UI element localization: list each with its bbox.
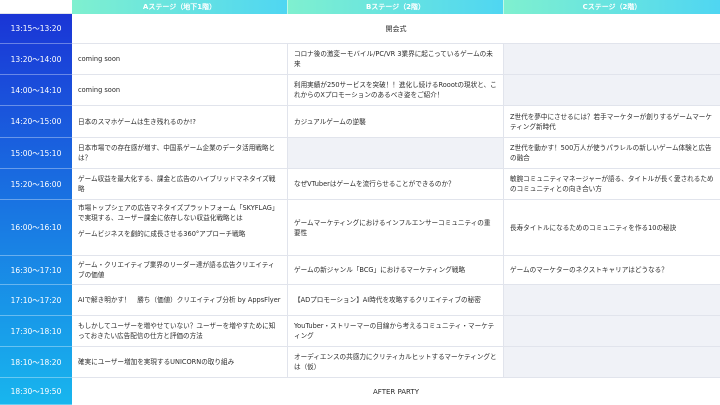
session-c-empty: [504, 347, 720, 378]
session-a[interactable]: coming soon: [72, 44, 288, 75]
stage-c-header: Cステージ（2階）: [504, 0, 720, 14]
time-slot: 17:10〜17:20: [0, 285, 72, 316]
time-slot: 17:30〜18:10: [0, 316, 72, 347]
schedule-row: 13:20〜14:00 coming soon コロナ後の激変ーモバイル/PC/…: [0, 44, 720, 75]
session-c-empty: [504, 316, 720, 347]
session-a[interactable]: 確実にユーザー増加を実現するUNICORNの取り組み: [72, 347, 288, 378]
session-c-empty: [504, 44, 720, 75]
session-b[interactable]: カジュアルゲームの逆襲: [288, 106, 504, 138]
schedule-row: 16:30〜17:10 ゲーム・クリエイティブ業界のリーダー達が語る広告クリエイ…: [0, 256, 720, 285]
session-a[interactable]: 日本のスマホゲームは生き残れるのか!?: [72, 106, 288, 138]
session-b[interactable]: 【ADプロモーション】AI時代を攻略するクリエイティブの秘密: [288, 285, 504, 316]
session-a[interactable]: ゲーム収益を最大化する、課金と広告のハイブリッドマネタイズ戦略: [72, 169, 288, 200]
session-a-first[interactable]: 市場トップシェアの広告マネタイズプラットフォーム「SKYFLAG」で実現する、ユ…: [78, 200, 281, 223]
session-a[interactable]: ゲーム・クリエイティブ業界のリーダー達が語る広告クリエイティブの価値: [72, 256, 288, 285]
timetable: Aステージ（地下1階） Bステージ（2階） Cステージ（2階） 13:15〜13…: [0, 0, 720, 405]
schedule-row: 16:00〜16:10 市場トップシェアの広告マネタイズプラットフォーム「SKY…: [0, 200, 720, 256]
time-slot: 16:30〜17:10: [0, 256, 72, 285]
session-c-empty: [504, 75, 720, 106]
after-party: AFTER PARTY: [373, 387, 419, 396]
session-c[interactable]: Z世代を動かす！500万人が使うパラレルの新しいゲーム体験と広告の融合: [504, 138, 720, 169]
session-b[interactable]: コロナ後の激変ーモバイル/PC/VR 3業界に起こっているゲームの未来: [288, 44, 504, 75]
time-slot: 14:20〜15:00: [0, 106, 72, 138]
stage-header-row: Aステージ（地下1階） Bステージ（2階） Cステージ（2階）: [0, 0, 720, 14]
session-b-empty: [288, 138, 504, 169]
session-a[interactable]: AIで解き明かす！ 勝ち（価値）クリエイティブ分析 by AppsFlyer: [72, 285, 288, 316]
session-b[interactable]: ゲームマーケティングにおけるインフルエンサーコミュニティの重要性: [288, 200, 504, 256]
session-a[interactable]: もしかしてユーザーを増やせていない？ユーザーを増やすために知っておきたい広告配信…: [72, 316, 288, 347]
session-a[interactable]: 市場トップシェアの広告マネタイズプラットフォーム「SKYFLAG」で実現する、ユ…: [72, 200, 288, 256]
schedule-row: 17:10〜17:20 AIで解き明かす！ 勝ち（価値）クリエイティブ分析 by…: [0, 285, 720, 316]
session-c-empty: [504, 285, 720, 316]
time-slot: 18:30〜19:50: [0, 378, 72, 405]
schedule-row: 17:30〜18:10 もしかしてユーザーを増やせていない？ユーザーを増やすため…: [0, 316, 720, 347]
session-b[interactable]: なぜVTuberはゲームを流行らせることができるのか？: [288, 169, 504, 200]
time-slot: 15:20〜16:00: [0, 169, 72, 200]
session-b[interactable]: YouTuber・ストリーマーの目線から考えるコミュニティ・マーケティング: [288, 316, 504, 347]
header-corner: [0, 0, 72, 14]
session-c[interactable]: 敏腕コミュニティマネージャーが語る、タイトルが長く愛されるためのコミュニティとの…: [504, 169, 720, 200]
schedule-row: 15:20〜16:00 ゲーム収益を最大化する、課金と広告のハイブリッドマネタイ…: [0, 169, 720, 200]
time-slot: 13:20〜14:00: [0, 44, 72, 75]
session-b[interactable]: 利用実績が250サービスを突破！！進化し続けるRoootの現状と、これからのXプ…: [288, 75, 504, 106]
schedule-row: 14:20〜15:00 日本のスマホゲームは生き残れるのか!? カジュアルゲーム…: [0, 106, 720, 138]
session-a-second[interactable]: ゲームビジネスを劇的に成長させる360°アプローチ戦略: [78, 223, 281, 239]
session-c[interactable]: Z世代を夢中にさせるには？若手マーケターが創りするゲームマーケティング新時代: [504, 106, 720, 138]
session-c[interactable]: ゲームのマーケターのネクストキャリアはどうなる？: [504, 256, 720, 285]
stage-b-header: Bステージ（2階）: [288, 0, 504, 14]
session-a[interactable]: coming soon: [72, 75, 288, 106]
time-slot: 15:00〜15:10: [0, 138, 72, 169]
time-slot: 18:10〜18:20: [0, 347, 72, 378]
session-b[interactable]: ゲームの新ジャンル「BCG」におけるマーケティング戦略: [288, 256, 504, 285]
session-a[interactable]: 日本市場での存在感が増す、中国系ゲーム企業のデータ活用戦略とは？: [72, 138, 288, 169]
schedule-row: 14:00〜14:10 coming soon 利用実績が250サービスを突破！…: [0, 75, 720, 106]
schedule-row: 15:00〜15:10 日本市場での存在感が増す、中国系ゲーム企業のデータ活用戦…: [0, 138, 720, 169]
session-b[interactable]: オーディエンスの共感力にクリティカルヒットするマーケティングとは（仮）: [288, 347, 504, 378]
time-slot: 14:00〜14:10: [0, 75, 72, 106]
time-slot: 16:00〜16:10: [0, 200, 72, 256]
opening-ceremony: 開会式: [72, 14, 720, 44]
schedule-row: 18:10〜18:20 確実にユーザー増加を実現するUNICORNの取り組み オ…: [0, 347, 720, 378]
schedule-row: 13:15〜13:20 開会式: [0, 14, 720, 44]
session-c[interactable]: 長寿タイトルになるためのコミュニティを作る10の秘訣: [504, 200, 720, 256]
stage-a-header: Aステージ（地下1階）: [72, 0, 288, 14]
schedule-row: 18:30〜19:50 AFTER PARTY: [0, 378, 720, 405]
time-slot: 13:15〜13:20: [0, 14, 72, 44]
